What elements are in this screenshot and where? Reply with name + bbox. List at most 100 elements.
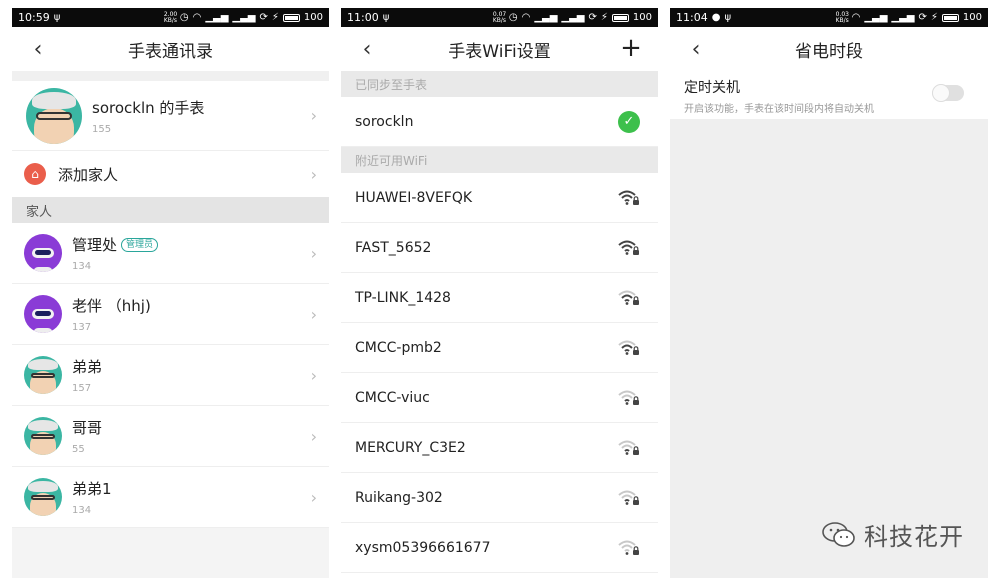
watermark: 科技花开 <box>822 517 964 552</box>
wifi-locked-icon <box>618 389 640 407</box>
usb-icon: ψ <box>724 12 732 23</box>
wifi-network-row[interactable]: MERCURY_C3E2 <box>341 423 658 473</box>
signal-icon-2: ▁▃▅ <box>891 12 915 23</box>
contact-name: 管理处 <box>72 236 118 254</box>
wifi-network-row[interactable]: HUAWEI-8VEFQK <box>341 173 658 223</box>
top-bar: ‹ 省电时段 <box>670 27 988 71</box>
contact-number: 55 <box>72 444 85 455</box>
wifi-status-icon: ◠ <box>192 12 202 23</box>
contact-row[interactable]: 老伴 （hhj) 137 › <box>12 284 329 345</box>
battery-level: 100 <box>632 12 652 23</box>
back-arrow-icon[interactable]: ‹ <box>26 35 50 63</box>
top-bar: ‹ 手表WiFi设置 + <box>341 27 658 71</box>
charging-icon: ⚡ <box>930 12 938 23</box>
status-bar: 11:04 ● ψ 0.03 KB/s ◠ ▁▃▅ ▁▃▅ ⟳ ⚡ 100 <box>670 8 988 27</box>
wifi-locked-icon <box>618 339 640 357</box>
charging-icon: ⚡ <box>271 12 279 23</box>
wifi-locked-icon <box>618 439 640 457</box>
grandpa-avatar <box>26 87 82 144</box>
network-speed: 0.07 KB/s <box>492 10 507 24</box>
wifi-status-icon: ◠ <box>521 12 531 23</box>
page-title: 手表通讯录 <box>128 41 213 62</box>
section-header-family: 家人 <box>12 197 329 223</box>
grandpa-avatar <box>24 478 62 516</box>
message-icon: ● <box>711 12 721 23</box>
grandpa-avatar <box>24 356 62 394</box>
phone-screen-contacts: 10:59 ψ 2.00 KB/s ◷ ◠ ▁▃▅ ▁▃▅ ⟳ ⚡ 100 ‹ … <box>12 8 329 578</box>
wifi-locked-icon <box>618 289 640 307</box>
chevron-right-icon: › <box>310 106 317 125</box>
chevron-right-icon: › <box>310 243 317 263</box>
section-header-synced: 已同步至手表 <box>341 71 658 97</box>
wifi-locked-icon <box>618 539 640 557</box>
add-family-button[interactable]: ⌂ 添加家人 › <box>12 151 329 197</box>
grandpa-avatar <box>24 417 62 455</box>
wifi-network-row[interactable]: FAST_5652 <box>341 223 658 273</box>
wifi-network-row[interactable]: CMCC-pmb2 <box>341 323 658 373</box>
back-arrow-icon[interactable]: ‹ <box>355 35 379 63</box>
wifi-locked-icon <box>618 239 640 257</box>
section-header-nearby: 附近可用WiFi <box>341 147 658 173</box>
wifi-network-row[interactable]: xysm05396661677 <box>341 523 658 573</box>
contact-number: 134 <box>72 505 92 516</box>
contact-name: 哥哥 <box>72 419 103 437</box>
wifi-status-icon: ◠ <box>851 12 861 23</box>
sync-icon: ⟳ <box>918 12 927 23</box>
timed-shutdown-toggle[interactable] <box>932 84 964 102</box>
signal-icon-2: ▁▃▅ <box>232 12 256 23</box>
wechat-icon <box>822 521 856 549</box>
contact-row[interactable]: 弟弟 157 › <box>12 345 329 406</box>
add-wifi-icon[interactable]: + <box>618 33 644 63</box>
contact-number: 157 <box>72 383 92 394</box>
sync-icon: ⟳ <box>259 12 268 23</box>
contact-row[interactable]: 哥哥 55 › <box>12 406 329 467</box>
sync-icon: ⟳ <box>588 12 597 23</box>
contact-row[interactable]: 弟弟1 134 › <box>12 467 329 528</box>
status-bar: 10:59 ψ 2.00 KB/s ◷ ◠ ▁▃▅ ▁▃▅ ⟳ ⚡ 100 <box>12 8 329 27</box>
contact-list: 管理处 管理员 134 › 老伴 （hhj) 137 › 弟弟 157 › 哥哥 55 › 弟弟1 134 › <box>12 223 329 528</box>
contact-name: 弟弟1 <box>72 480 112 498</box>
synced-wifi-row[interactable]: sorockln ✓ <box>341 97 658 147</box>
wifi-ssid: MERCURY_C3E2 <box>355 439 466 456</box>
add-family-label: 添加家人 <box>58 165 119 184</box>
phone-screen-power-saving: 11:04 ● ψ 0.03 KB/s ◠ ▁▃▅ ▁▃▅ ⟳ ⚡ 100 ‹ … <box>670 8 988 578</box>
battery-icon <box>611 13 629 22</box>
wifi-network-row[interactable]: Ruikang-302 <box>341 473 658 523</box>
top-bar: ‹ 手表通讯录 <box>12 27 329 71</box>
alarm-icon: ◷ <box>508 12 518 23</box>
signal-icon-2: ▁▃▅ <box>561 12 585 23</box>
status-time: 10:59 <box>18 11 50 24</box>
watermark-text: 科技花开 <box>864 523 964 551</box>
signal-icon: ▁▃▅ <box>864 12 888 23</box>
wifi-ssid: CMCC-viuc <box>355 389 430 406</box>
wifi-ssid: HUAWEI-8VEFQK <box>355 189 473 206</box>
wifi-network-row[interactable]: TP-LINK_1428 <box>341 273 658 323</box>
network-speed: 0.03 KB/s <box>835 10 849 24</box>
signal-icon: ▁▃▅ <box>205 12 229 23</box>
robot-avatar <box>24 295 62 333</box>
contact-name: 弟弟 <box>72 358 103 376</box>
chevron-right-icon: › <box>310 487 317 507</box>
chevron-right-icon: › <box>310 304 317 324</box>
contact-row[interactable]: 管理处 管理员 134 › <box>12 223 329 284</box>
alarm-icon: ◷ <box>179 12 189 23</box>
watch-owner-row[interactable]: sorockln 的手表 155 › <box>12 81 329 151</box>
wifi-ssid: TP-LINK_1428 <box>355 289 451 306</box>
battery-level: 100 <box>962 12 982 23</box>
battery-icon <box>282 13 300 22</box>
watch-name: sorockln 的手表 <box>92 98 205 117</box>
back-arrow-icon[interactable]: ‹ <box>684 35 708 63</box>
phone-screen-wifi: 11:00 ψ 0.07 KB/s ◷ ◠ ▁▃▅ ▁▃▅ ⟳ ⚡ 100 ‹ … <box>341 8 658 578</box>
contact-name: 老伴 （hhj) <box>72 297 151 315</box>
page-title: 手表WiFi设置 <box>448 41 551 62</box>
status-time: 11:04 <box>676 11 708 24</box>
chevron-right-icon: › <box>310 365 317 385</box>
network-speed: 2.00 KB/s <box>163 10 178 24</box>
battery-level: 100 <box>303 12 323 23</box>
timed-shutdown-title: 定时关机 <box>684 80 740 96</box>
chevron-right-icon: › <box>310 164 317 184</box>
wifi-locked-icon <box>618 189 640 207</box>
usb-icon: ψ <box>53 12 61 23</box>
watch-number: 155 <box>92 123 112 135</box>
wifi-network-row[interactable]: CMCC-viuc <box>341 373 658 423</box>
